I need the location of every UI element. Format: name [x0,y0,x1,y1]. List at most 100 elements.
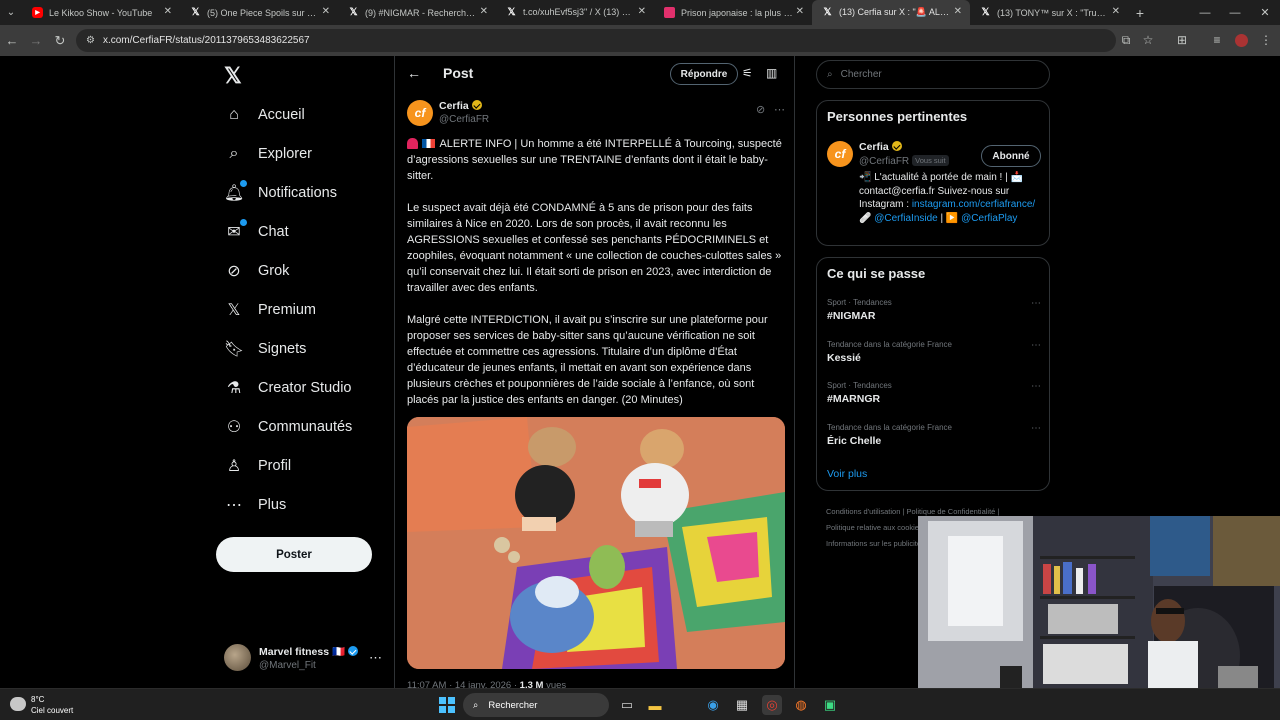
post-image[interactable] [407,417,785,669]
trend-item[interactable]: Tendance dans la catégorie France Éric C… [827,423,1041,457]
avatar[interactable]: cf [827,141,853,167]
close-icon[interactable]: ✕ [796,6,804,17]
more-icon[interactable]: ⋯ [774,103,785,116]
chrome-icon[interactable]: ◎ [762,695,782,715]
sidebar-item-grok[interactable]: ⊘ Grok [224,256,289,286]
reload-icon[interactable]: ↻ [48,29,72,53]
media-icon[interactable]: ≡ [1205,28,1229,52]
footer-link[interactable]: Informations sur les publicités [826,539,925,548]
browser-tab[interactable]: 𝕏 (9) #NIGMAR - Recherche / X ✕ [338,0,496,25]
cast-icon[interactable]: ⧉ [1114,28,1138,52]
url-field[interactable]: ⚙ x.com/CerfiaFR/status/2011379653483622… [76,29,1116,52]
minimize-window-icon[interactable]: — [1190,0,1220,25]
extensions-icon[interactable]: ⊞ [1170,28,1194,52]
browser-tab[interactable]: 𝕏 (5) One Piece Spoils sur X : "#O ✕ [180,0,338,25]
account-switcher[interactable]: Marvel fitness 🇫🇷 @Marvel_Fit ⋯ [224,644,394,674]
mail-icon: ✉ [224,218,248,242]
file-explorer-icon[interactable]: ▬ [645,695,665,715]
weather-widget[interactable]: 8°C Ciel couvert [10,693,90,719]
site-info-icon[interactable]: ⚙ [86,35,95,46]
firefox-icon[interactable]: ◍ [791,695,811,715]
footer-link[interactable]: Politique de Confidentialité [907,507,996,516]
menu-icon[interactable]: ⋮ [1254,28,1278,52]
bio-link[interactable]: instagram.com/cerfiafrance/ [912,199,1035,210]
browser-tab[interactable]: 𝕏 t.co/xuhEvf5sj3" / X (13) مُحتى ✕ [496,0,654,25]
store-icon[interactable]: ▦ [732,695,752,715]
bio-link[interactable]: @CerfiaInside [874,213,938,224]
taskbar-search-placeholder: Rechercher [488,699,538,711]
taskbar-search-input[interactable]: ⌕ Rechercher [463,693,609,717]
browser-tab-bar: ⌄ ▶ Le Kikoo Show - YouTube ✕ 𝕏 (5) One … [0,0,1280,25]
filter-icon[interactable]: ⚟ [742,66,753,80]
more-icon[interactable]: ⋯ [1031,298,1041,309]
footer-link[interactable]: Politique relative aux cookies [826,523,923,532]
related-name[interactable]: Cerfia [859,141,902,153]
home-icon: ⌂ [229,106,239,123]
footer-link[interactable]: Conditions d'utilisation [826,507,900,516]
reader-view-icon[interactable]: ▥ [766,66,777,80]
youtube-icon: ▶ [32,7,43,18]
more-icon[interactable]: ⋯ [1031,340,1041,351]
author-name[interactable]: Cerfia [439,100,482,112]
account-name: Marvel fitness 🇫🇷 [259,645,359,658]
profile-icon[interactable] [1229,28,1253,52]
sidebar-item-notifications[interactable]: 🔔︎ Notifications [224,178,337,208]
reply-button[interactable]: Répondre [670,63,738,85]
browser-tab-active[interactable]: 𝕏 (13) Cerfia sur X : "🚨 ALERTE ✕ [812,0,970,25]
post-header: ← Post Répondre ⚟ ▥ [395,56,795,92]
sidebar-item-chat[interactable]: ✉ Chat [224,217,289,247]
close-icon[interactable]: ✕ [638,6,646,17]
close-icon[interactable]: ✕ [480,6,488,17]
app-icon[interactable]: ▣ [820,695,840,715]
trend-item[interactable]: Sport · Tendances #NIGMAR ⋯ [827,298,1041,332]
close-icon[interactable]: ✕ [164,6,172,17]
trend-name: Éric Chelle [827,435,882,447]
more-icon[interactable]: ⋯ [1031,423,1041,434]
sidebar-item-explorer[interactable]: ⌕ Explorer [224,139,312,169]
task-view-icon[interactable]: ▭ [617,695,637,715]
minimize-icon[interactable]: — [1220,0,1250,25]
browser-tab[interactable]: ▶ Le Kikoo Show - YouTube ✕ [22,0,180,25]
back-arrow-icon[interactable]: ← [407,65,421,81]
search-input[interactable]: ⌕ Chercher [816,60,1050,89]
edge-icon[interactable]: ◉ [703,695,723,715]
tab-search-icon[interactable]: ⌄ [0,0,22,25]
start-menu-icon[interactable] [439,697,455,713]
author-handle[interactable]: @CerfiaFR [439,114,489,125]
sidebar-item-plus[interactable]: ⋯ Plus [224,490,286,520]
close-icon[interactable]: ✕ [1112,6,1120,17]
bookmark-star-icon[interactable]: ☆ [1136,28,1160,52]
trend-item[interactable]: Tendance dans la catégorie France Kessié… [827,340,1041,374]
bio-link[interactable]: @CerfiaPlay [961,213,1017,224]
sidebar-item-signets[interactable]: 🔖︎ Signets [224,334,307,364]
back-icon[interactable]: ← [0,29,24,53]
post-column: ← Post Répondre ⚟ ▥ cf Cerfia @CerfiaFR … [394,56,795,688]
browser-tab[interactable]: 𝕏 (13) TONY™ sur X : "Truck drive ✕ [970,0,1128,25]
post-body: ALERTE INFO | Un homme a été INTERPELLÉ … [407,136,785,424]
close-icon[interactable]: ✕ [322,6,330,17]
related-people-card: Personnes pertinentes cf Cerfia @CerfiaF… [816,100,1050,246]
forward-icon[interactable]: → [24,29,48,53]
see-more-link[interactable]: Voir plus [827,468,867,480]
trend-item[interactable]: Sport · Tendances #MARNGR ⋯ [827,381,1041,415]
sidebar-item-creator-studio[interactable]: ⚗ Creator Studio [224,373,352,403]
sidebar-item-accueil[interactable]: ⌂ Accueil [224,100,305,130]
trend-category: Sport · Tendances [827,298,892,307]
post-button[interactable]: Poster [216,537,372,572]
related-handle[interactable]: @CerfiaFR Vous suit [859,155,949,167]
avatar[interactable]: cf [407,100,433,126]
grok-icon[interactable]: ⊘ [756,103,765,116]
browser-tab[interactable]: Prison japonaise : la plus stricte ✕ [654,0,812,25]
more-icon[interactable]: ⋯ [1031,381,1041,392]
person-icon: ♙ [226,458,242,475]
close-window-icon[interactable]: ✕ [1250,0,1280,25]
following-button[interactable]: Abonné [981,145,1041,167]
new-tab-button[interactable]: + [1128,5,1152,21]
tab-title: (13) TONY™ sur X : "Truck drive [997,7,1109,18]
sidebar-item-profil[interactable]: ♙ Profil [224,451,291,481]
sidebar-item-premium[interactable]: 𝕏 Premium [224,295,316,325]
x-logo-icon[interactable]: 𝕏 [224,64,248,88]
sidebar-item-communautes[interactable]: ⚇ Communautés [224,412,352,442]
more-icon[interactable]: ⋯ [369,650,382,666]
close-icon[interactable]: ✕ [954,6,962,17]
